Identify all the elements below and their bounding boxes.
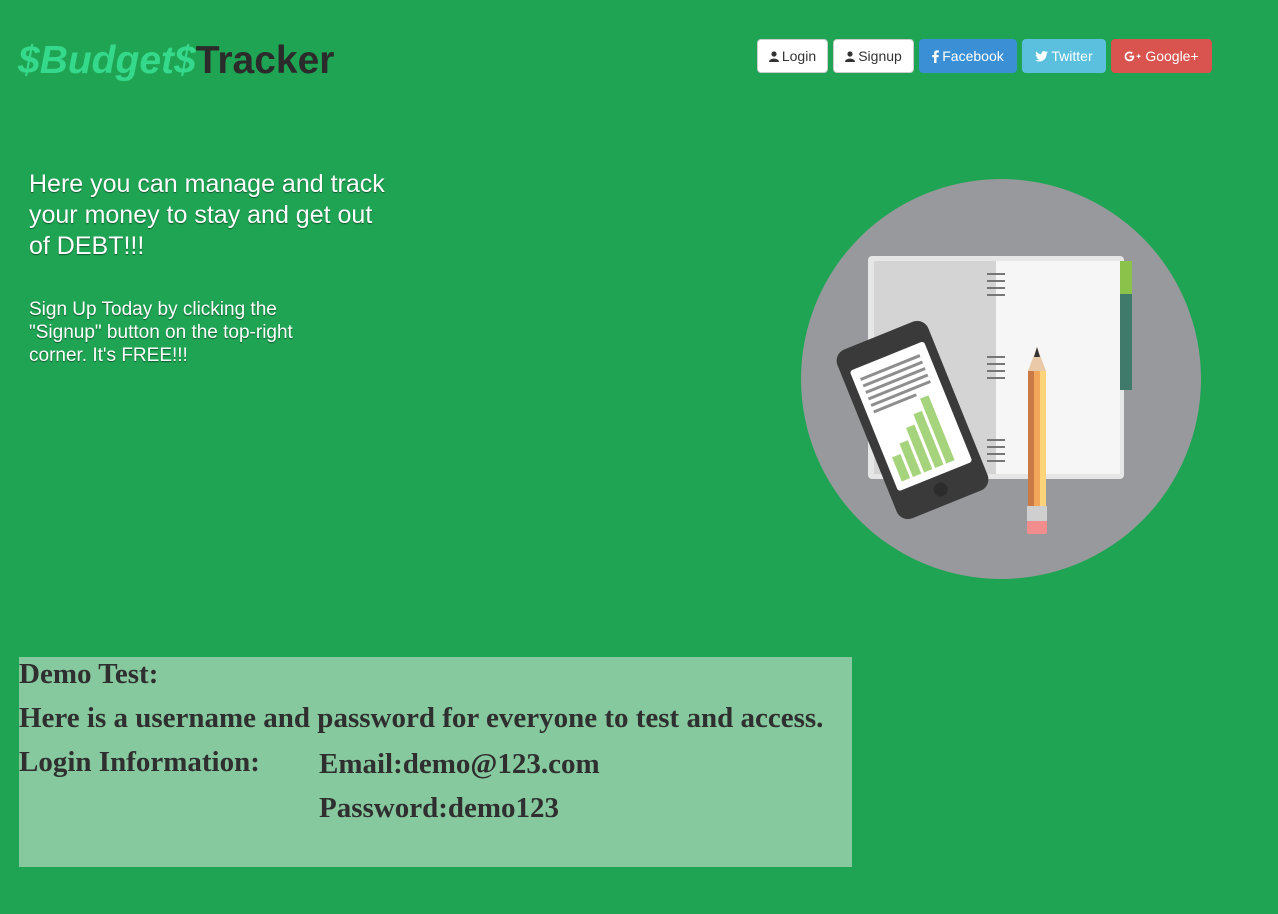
- twitter-label: Twitter: [1051, 48, 1093, 64]
- demo-password: Password:demo123: [319, 792, 560, 824]
- google-plus-label: Google+: [1145, 48, 1199, 64]
- twitter-icon: [1035, 50, 1049, 61]
- top-nav: Login Signup Facebook Twitter Google+: [757, 39, 1212, 73]
- hero-headline: Here you can manage and track your money…: [29, 170, 385, 260]
- facebook-icon: [932, 49, 940, 63]
- signup-button[interactable]: Signup: [833, 39, 914, 73]
- facebook-button[interactable]: Facebook: [919, 39, 1017, 73]
- twitter-button[interactable]: Twitter: [1022, 39, 1106, 73]
- demo-description: Here is a username and password for ever…: [19, 702, 824, 734]
- demo-title: Demo Test:: [19, 658, 159, 690]
- budget-illustration: [801, 179, 1201, 579]
- facebook-label: Facebook: [942, 48, 1004, 64]
- brand-logo: $Budget$Tracker: [18, 38, 335, 84]
- demo-panel: Demo Test: Here is a username and passwo…: [19, 657, 852, 867]
- login-label: Login: [781, 48, 817, 64]
- signup-label: Signup: [858, 48, 902, 64]
- demo-login-label: Login Information:: [19, 746, 260, 778]
- hero-subtext: Sign Up Today by clicking the "Signup" b…: [29, 299, 293, 366]
- notebook-tab: [1120, 261, 1132, 294]
- google-plus-button[interactable]: Google+: [1111, 39, 1212, 73]
- user-icon: [845, 50, 856, 62]
- login-button[interactable]: Login: [757, 39, 828, 73]
- notebook-tab: [1120, 357, 1132, 390]
- google-plus-icon: [1124, 51, 1141, 61]
- demo-email: Email:demo@123.com: [319, 748, 600, 780]
- brand-accent-text: $Budget$: [18, 39, 196, 82]
- brand-main-text: Tracker: [195, 39, 335, 82]
- notebook-right-page: [996, 261, 1120, 474]
- notebook-tab: [1120, 294, 1132, 327]
- user-icon: [768, 50, 779, 62]
- notebook-tab: [1120, 327, 1132, 357]
- pencil: [1027, 347, 1047, 534]
